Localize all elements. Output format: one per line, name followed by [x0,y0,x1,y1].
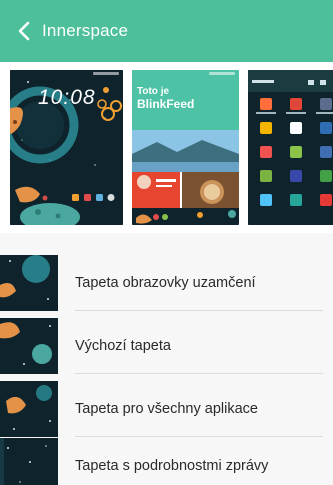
lock-screen-preview[interactable]: 10:08 [10,70,123,225]
wallpaper-thumbnail [0,318,58,374]
list-item-label: Tapeta pro všechny aplikace [75,401,258,417]
list-item-label: Výchozí tapeta [75,338,171,354]
blinkfeed-line-2: BlinkFeed [137,97,195,111]
back-button[interactable] [0,0,40,62]
blinkfeed-line-1: Toto je [137,86,170,97]
page-title: Innerspace [42,21,129,40]
list-item-default-wallpaper[interactable]: Výchozí tapeta [0,318,333,374]
status-bar [10,70,123,77]
wallpaper-thumbnail [0,438,58,485]
list-item-message-details-wallpaper[interactable]: Tapeta s podrobnostmi zprávy [0,438,333,485]
wallpaper-preview-strip[interactable]: 10:08 Toto je BlinkFeed [0,62,333,233]
wallpaper-thumbnail [0,381,58,437]
wallpaper-thumbnail [0,255,58,311]
wallpaper-thumbnail-art [0,381,58,437]
list-item-lock-screen-wallpaper[interactable]: Tapeta obrazovky uzamčení [0,255,333,311]
chevron-left-icon [18,21,30,41]
lock-screen-clock: 10:08 [38,86,96,109]
divider [75,310,323,311]
status-bar [132,70,239,77]
app-drawer-art [248,70,333,225]
wallpaper-thumbnail-art [0,318,58,374]
app-drawer-preview[interactable] [248,70,333,225]
innerspace-screen: Innerspace 10:08 Toto je BlinkFeed Tapet… [0,0,333,485]
app-bar: Innerspace [0,0,333,62]
divider [75,373,323,374]
wallpaper-thumbnail-art [0,255,58,311]
blinkfeed-preview[interactable]: Toto je BlinkFeed [132,70,239,225]
wallpaper-thumbnail-art [0,438,58,485]
wallpaper-settings-list: Tapeta obrazovky uzamčení Výchozí tapeta [0,233,333,485]
list-item-label: Tapeta obrazovky uzamčení [75,275,256,291]
divider [75,436,323,437]
list-item-label: Tapeta s podrobnostmi zprávy [75,458,269,474]
list-item-all-apps-wallpaper[interactable]: Tapeta pro všechny aplikace [0,381,333,437]
blinkfeed-greeting: Toto je BlinkFeed [137,86,194,110]
